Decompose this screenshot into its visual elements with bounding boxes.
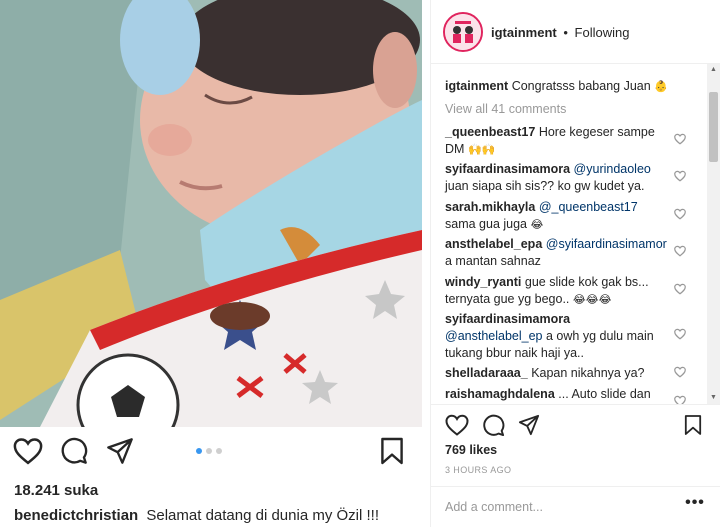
panel-caption-emoji: 👶 [654, 80, 668, 93]
panel-caption-text: Congratsss babang Juan [511, 79, 651, 93]
list-item: raishamaghdalena ... Auto slide dan [445, 386, 667, 403]
header-separator: • [563, 25, 568, 40]
heart-icon[interactable] [674, 170, 686, 182]
like-count: 18.241 suka [14, 482, 99, 499]
comment-user[interactable]: _queenbeast17 [445, 125, 535, 139]
bookmark-icon [381, 437, 403, 465]
header-username[interactable]: igtainment [491, 25, 557, 40]
share-button[interactable] [104, 435, 136, 467]
comment-user[interactable]: syifaardinasimamora [445, 312, 570, 326]
comment-user[interactable]: sarah.mikhayla [445, 200, 535, 214]
share-button[interactable] [515, 411, 543, 439]
comment-emoji: 🙌🙌 [467, 143, 496, 156]
like-button[interactable] [443, 411, 471, 439]
heart-icon[interactable] [674, 208, 686, 220]
post-photo[interactable] [0, 0, 422, 427]
list-item: ansthelabel_epa @syifaardinasimamor a ma… [445, 236, 667, 270]
caption-text: Selamat datang di dunia my Özil !!! [146, 507, 379, 524]
list-item: _queenbeast17 Hore kegeser sampe DM 🙌🙌 [445, 124, 667, 158]
list-item: shelladaraaa_ Kapan nikahnya ya? [445, 365, 667, 382]
list-item: syifaardinasimamora @ansthelabel_ep a ow… [445, 311, 667, 362]
caption-username[interactable]: benedictchristian [14, 507, 138, 524]
comment-mention[interactable]: @yurindaoleo [574, 162, 651, 176]
heart-icon[interactable] [674, 133, 686, 145]
panel-caption-user[interactable]: igtainment [445, 79, 508, 93]
comment-icon [61, 437, 88, 464]
view-all-comments-link[interactable]: View all 41 comments [445, 102, 566, 116]
left-action-area: 18.241 suka benedictchristian Selamat da… [0, 427, 422, 527]
header-name: igtainment • Following [491, 25, 629, 40]
baby-photo-illustration [0, 0, 422, 427]
save-button[interactable] [679, 411, 707, 439]
comment-user[interactable]: ansthelabel_epa [445, 237, 542, 251]
comment-icon [482, 414, 504, 436]
share-icon [107, 438, 133, 464]
post-header: igtainment • Following [431, 0, 720, 64]
scroll-up-arrow-icon[interactable]: ▲ [707, 64, 720, 76]
list-item: sarah.mikhayla @_queenbeast17 sama gua j… [445, 199, 667, 233]
post-actions: 769 likes 3 HOURS AGO [431, 404, 720, 486]
heart-icon[interactable] [674, 245, 686, 257]
igtainment-logo-icon [445, 14, 481, 50]
heart-icon [445, 414, 469, 436]
post-timestamp: 3 HOURS AGO [445, 465, 512, 475]
avatar[interactable] [443, 12, 483, 52]
panel-caption: igtainment Congratsss babang Juan 👶 [445, 78, 695, 95]
comment-user[interactable]: windy_ryanti [445, 275, 521, 289]
comment-user[interactable]: shelladaraaa_ [445, 366, 528, 380]
comment-mention[interactable]: @ansthelabel_ep [445, 329, 543, 343]
bookmark-icon [684, 415, 702, 435]
comment-text: sama gua juga [445, 217, 528, 231]
comment-text: a mantan sahnaz [445, 254, 541, 268]
comment-user[interactable]: syifaardinasimamora [445, 162, 570, 176]
comment-list[interactable]: igtainment Congratsss babang Juan 👶 View… [431, 64, 707, 404]
comment-emoji: 😂😂😂 [572, 293, 612, 306]
comment-mention[interactable]: @_queenbeast17 [539, 200, 638, 214]
comment-scrollbar[interactable]: ▲ ▼ [707, 64, 720, 404]
comment-button[interactable] [479, 411, 507, 439]
add-comment-bar: ••• [431, 486, 720, 527]
share-icon [518, 414, 540, 436]
heart-icon[interactable] [674, 366, 686, 378]
comment-input[interactable] [445, 497, 675, 517]
post-caption: benedictchristian Selamat datang di duni… [14, 507, 379, 524]
comment-text: juan siapa sih sis?? ko gw kudet ya. [445, 179, 645, 193]
scroll-down-arrow-icon[interactable]: ▼ [707, 392, 720, 404]
comment-mention[interactable]: @syifaardinasimamor [546, 237, 667, 251]
comment-emoji: 😂 [530, 218, 544, 231]
post-side-panel: igtainment • Following igtainment Congra… [430, 0, 720, 527]
list-item: syifaardinasimamora @yurindaoleo juan si… [445, 161, 667, 195]
comment-text: Kapan nikahnya ya? [531, 366, 645, 380]
heart-icon[interactable] [674, 395, 686, 404]
comment-text: ... Auto slide dan [558, 387, 651, 401]
carousel-dot [216, 448, 222, 454]
comment-user[interactable]: raishamaghdalena [445, 387, 555, 401]
like-button[interactable] [12, 435, 44, 467]
heart-icon [13, 438, 43, 465]
scrollbar-thumb[interactable] [709, 92, 718, 162]
heart-icon[interactable] [674, 283, 686, 295]
carousel-dot-active [196, 448, 202, 454]
carousel-indicator [196, 448, 222, 454]
more-options-button[interactable]: ••• [683, 495, 707, 516]
carousel-dot [206, 448, 212, 454]
save-button[interactable] [376, 435, 408, 467]
heart-icon[interactable] [674, 328, 686, 340]
comment-button[interactable] [58, 435, 90, 467]
following-button[interactable]: Following [575, 25, 630, 40]
like-count[interactable]: 769 likes [445, 443, 497, 457]
list-item: windy_ryanti gue slide kok gak bs... ter… [445, 274, 667, 308]
